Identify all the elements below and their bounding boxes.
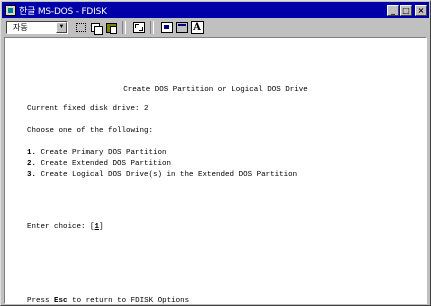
background-icon — [176, 22, 188, 33]
option-label: Create Primary DOS Partition — [40, 149, 167, 157]
font-size-value: 자동 — [13, 23, 28, 32]
toolbar-separator — [150, 21, 154, 34]
option-label: Create Extended DOS Partition — [40, 160, 172, 168]
option-number: 2. — [27, 160, 37, 168]
chevron-down-icon[interactable]: ▼ — [56, 22, 67, 33]
copy-icon — [91, 22, 103, 35]
esc-hint: Press Esc to return to FDISK Options — [27, 297, 189, 305]
esc-hint-press: Press — [27, 297, 50, 305]
screen-heading: Create DOS Partition or Logical DOS Driv… — [123, 86, 308, 94]
current-drive-line: Current fixed disk drive: 2 — [27, 105, 149, 113]
menu-option-2[interactable]: 2. Create Extended DOS Partition — [27, 160, 171, 168]
background-button[interactable] — [175, 21, 189, 35]
full-screen-button[interactable] — [132, 21, 146, 35]
window-title: 한글 MS-DOS - FDISK — [19, 6, 107, 17]
properties-button[interactable] — [160, 21, 174, 35]
menu-option-1[interactable]: 1. Create Primary DOS Partition — [27, 149, 167, 157]
toolbar-separator — [122, 21, 126, 34]
enter-choice-line: Enter choice: [1] — [27, 223, 104, 231]
minimize-button[interactable]: _ — [387, 4, 399, 16]
option-label: Create Logical DOS Drive(s) in the Exten… — [40, 171, 298, 179]
ms-dos-app-icon[interactable] — [5, 4, 16, 16]
settings-tools: A — [160, 21, 204, 35]
current-drive-value: 2 — [144, 105, 149, 113]
console-screen[interactable]: Create DOS Partition or Logical DOS Driv… — [4, 37, 427, 305]
bracket-close: ] — [99, 223, 104, 231]
font-icon: A — [190, 21, 204, 34]
view-tools — [132, 21, 146, 35]
mark-icon — [76, 23, 86, 32]
current-drive-label: Current fixed disk drive: — [27, 105, 140, 113]
toolbar: 자동 ▼ A — [2, 19, 429, 36]
esc-hint-text: to return to FDISK Options — [72, 297, 190, 305]
mark-button[interactable] — [74, 21, 88, 35]
properties-icon — [161, 22, 173, 33]
option-number: 3. — [27, 171, 37, 179]
close-button[interactable]: × — [415, 4, 427, 16]
esc-key: Esc — [54, 297, 68, 305]
paste-button[interactable] — [104, 21, 118, 35]
paste-icon — [105, 22, 117, 34]
choose-prompt: Choose one of the following: — [27, 127, 154, 135]
option-number: 1. — [27, 149, 37, 157]
font-button[interactable]: A — [190, 21, 204, 35]
menu-option-3[interactable]: 3. Create Logical DOS Drive(s) in the Ex… — [27, 171, 297, 179]
full-screen-icon — [133, 22, 145, 33]
enter-choice-label: Enter choice: — [27, 223, 86, 231]
edit-tools — [74, 21, 118, 35]
ms-dos-window: 한글 MS-DOS - FDISK _ □ × 자동 ▼ A Create DO… — [0, 0, 431, 306]
window-controls: _ □ × — [387, 4, 427, 16]
title-bar[interactable]: 한글 MS-DOS - FDISK _ □ × — [2, 2, 429, 18]
copy-button[interactable] — [89, 21, 103, 35]
maximize-button[interactable]: □ — [400, 4, 412, 16]
font-size-combo[interactable]: 자동 ▼ — [6, 21, 68, 34]
